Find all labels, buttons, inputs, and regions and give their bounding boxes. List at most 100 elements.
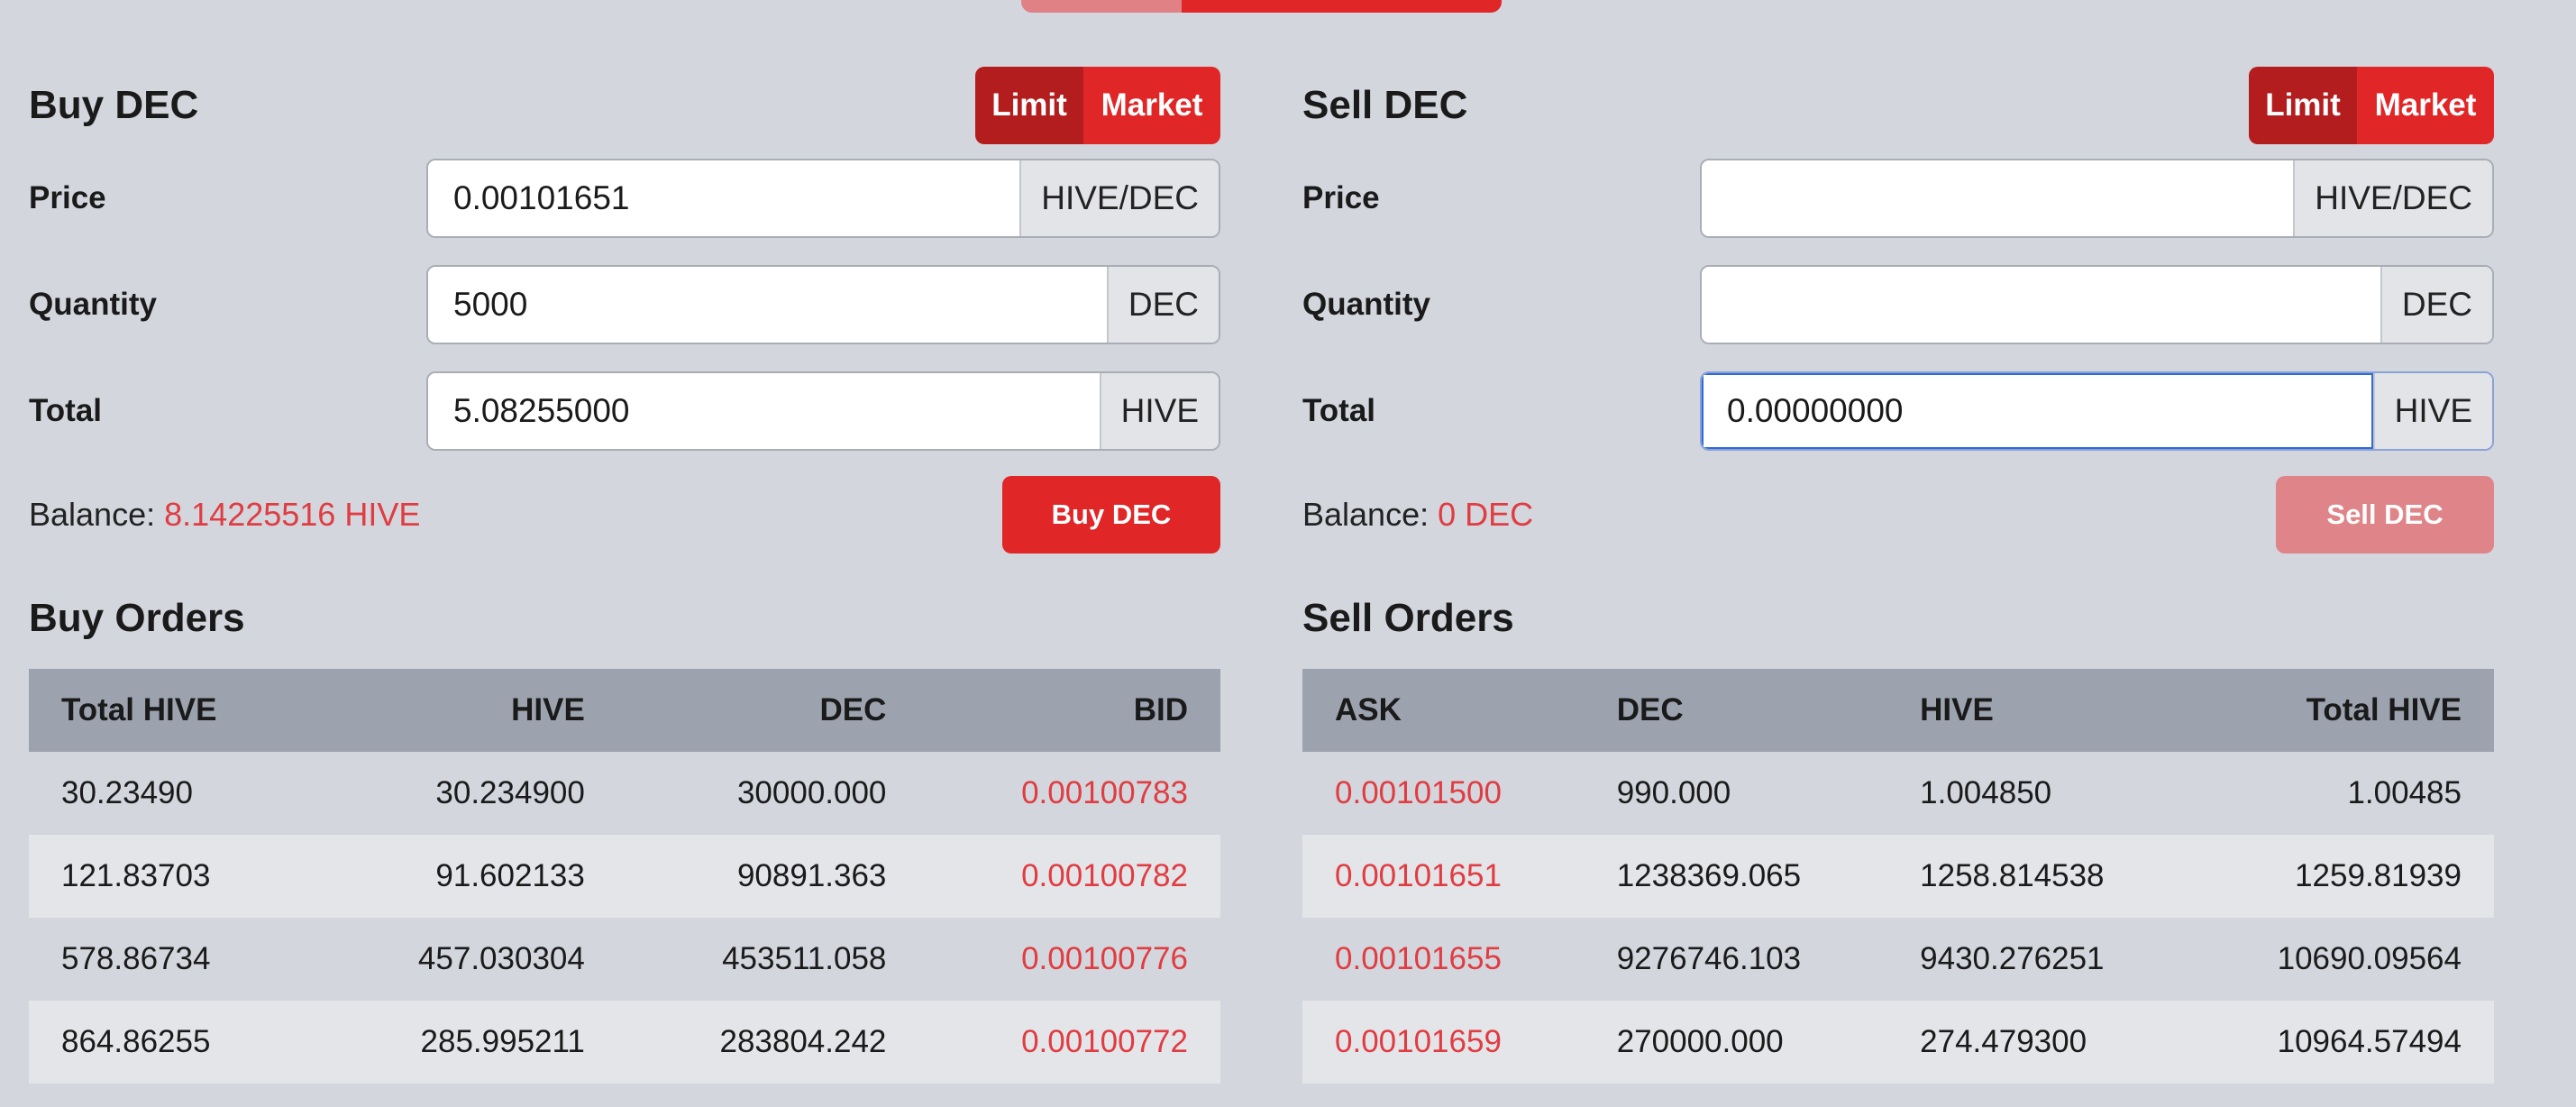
table-row[interactable]: 0.00101500 990.000 1.004850 1.00485: [1302, 752, 2494, 835]
buy-market-button[interactable]: Market: [1083, 67, 1220, 144]
table-row[interactable]: 578.86734 457.030304 453511.058 0.001007…: [29, 918, 1220, 1001]
buy-orders-header-bid[interactable]: BID: [918, 669, 1220, 752]
sell-order-total-hive: 1.00485: [2347, 775, 2462, 810]
sell-balance-value: 0 DEC: [1438, 496, 1534, 533]
buy-order-bid: 0.00100776: [1021, 941, 1188, 976]
top-tab-active[interactable]: [1182, 0, 1502, 13]
sell-order-dec: 990.000: [1616, 775, 1731, 810]
buy-order-bid: 0.00100782: [918, 835, 1220, 918]
sell-total-row: Total HIVE: [1302, 371, 2494, 451]
buy-panel: Buy DEC Limit Market Price HIVE/DEC Quan…: [29, 67, 1220, 1084]
table-row[interactable]: 864.86255 285.995211 283804.242 0.001007…: [29, 1001, 1220, 1084]
buy-order-hive: 457.030304: [417, 941, 585, 976]
sell-orders-title: Sell Orders: [1302, 596, 1514, 640]
buy-limit-button[interactable]: Limit: [975, 67, 1083, 144]
buy-order-hive: 30.234900: [435, 775, 585, 810]
sell-order-dec: 9276746.103: [1616, 941, 1802, 976]
buy-total-label: Total: [29, 393, 103, 428]
buy-order-dec: 453511.058: [722, 941, 887, 976]
buy-order-total-hive: 30.23490: [61, 775, 193, 810]
buy-total-input[interactable]: [428, 373, 1100, 449]
sell-order-dec: 1238369.065: [1584, 835, 1888, 918]
sell-price-row: Price HIVE/DEC: [1302, 159, 2494, 238]
sell-order-total-hive: 1259.81939: [2190, 835, 2494, 918]
buy-balance-value: 8.14225516 HIVE: [164, 496, 421, 533]
buy-total-group: HIVE: [426, 371, 1220, 451]
sell-order-ask: 0.00101655: [1335, 941, 1502, 976]
sell-order-ask: 0.00101659: [1302, 1001, 1585, 1084]
sell-limit-button[interactable]: Limit: [2249, 67, 2357, 144]
buy-balance-row: Balance: 8.14225516 HIVE Buy DEC: [29, 476, 1220, 554]
sell-quantity-unit: DEC: [2380, 267, 2492, 343]
table-row[interactable]: 0.00101659 270000.000 274.479300 10964.5…: [1302, 1001, 2494, 1084]
sell-price-input[interactable]: [1702, 160, 2294, 236]
buy-order-dec: 30000.000: [736, 775, 887, 810]
buy-mode-toggle: Limit Market: [975, 67, 1220, 144]
buy-price-group: HIVE/DEC: [426, 159, 1220, 238]
sell-balance: Balance: 0 DEC: [1302, 496, 1533, 534]
table-row[interactable]: 0.00101651 1238369.065 1258.814538 1259.…: [1302, 835, 2494, 918]
buy-orders-header-hive[interactable]: HIVE: [315, 669, 617, 752]
buy-quantity-group: DEC: [426, 265, 1220, 344]
sell-order-ask: 0.00101651: [1302, 835, 1585, 918]
sell-orders-header-ask[interactable]: ASK: [1302, 669, 1585, 752]
buy-orders-header-total-hive[interactable]: Total HIVE: [29, 669, 316, 752]
buy-total-unit: HIVE: [1099, 373, 1219, 449]
sell-price-unit: HIVE/DEC: [2293, 160, 2492, 236]
buy-balance: Balance: 8.14225516 HIVE: [29, 496, 420, 534]
sell-market-button[interactable]: Market: [2357, 67, 2494, 144]
table-row[interactable]: 30.23490 30.234900 30000.000 0.00100783: [29, 752, 1220, 835]
sell-total-input[interactable]: [1702, 373, 2373, 449]
sell-panel-header: Sell DEC Limit Market: [1302, 67, 2494, 144]
sell-quantity-group: DEC: [1700, 265, 2494, 344]
buy-quantity-input[interactable]: [428, 267, 1107, 343]
table-row[interactable]: 121.83703 91.602133 90891.363 0.00100782: [29, 835, 1220, 918]
buy-orders-title: Buy Orders: [29, 596, 245, 640]
buy-order-bid: 0.00100783: [1021, 775, 1188, 810]
sell-total-label: Total: [1302, 393, 1376, 428]
buy-order-hive: 91.602133: [315, 835, 617, 918]
sell-quantity-input[interactable]: [1702, 267, 2380, 343]
buy-price-label: Price: [29, 180, 106, 215]
buy-order-bid: 0.00100772: [918, 1001, 1220, 1084]
buy-panel-title: Buy DEC: [29, 83, 199, 127]
table-row[interactable]: 0.00101655 9276746.103 9430.276251 10690…: [1302, 918, 2494, 1001]
sell-quantity-row: Quantity DEC: [1302, 265, 2494, 344]
buy-order-total-hive: 121.83703: [29, 835, 316, 918]
sell-order-hive: 274.479300: [1887, 1001, 2191, 1084]
sell-order-hive: 9430.276251: [1920, 941, 2105, 976]
sell-total-group: HIVE: [1700, 371, 2494, 451]
sell-order-hive: 1.004850: [1920, 775, 2052, 810]
sell-balance-row: Balance: 0 DEC Sell DEC: [1302, 476, 2494, 554]
sell-order-hive: 1258.814538: [1887, 835, 2191, 918]
sell-order-dec: 270000.000: [1584, 1001, 1888, 1084]
buy-order-hive: 285.995211: [315, 1001, 617, 1084]
sell-panel-title: Sell DEC: [1302, 83, 1468, 127]
sell-quantity-label: Quantity: [1302, 287, 1430, 322]
sell-total-unit: HIVE: [2372, 373, 2492, 449]
buy-orders-header-row: Total HIVE HIVE DEC BID: [29, 669, 1220, 752]
buy-quantity-unit: DEC: [1106, 267, 1219, 343]
sell-balance-label: Balance:: [1302, 496, 1430, 533]
top-tab-inactive[interactable]: [1021, 0, 1182, 13]
buy-price-unit: HIVE/DEC: [1019, 160, 1219, 236]
buy-quantity-row: Quantity DEC: [29, 265, 1220, 344]
buy-order-total-hive: 864.86255: [29, 1001, 316, 1084]
sell-orders-header-hive[interactable]: HIVE: [1887, 669, 2191, 752]
buy-price-input[interactable]: [428, 160, 1020, 236]
buy-order-total-hive: 578.86734: [61, 941, 211, 976]
sell-orders-header-dec[interactable]: DEC: [1584, 669, 1888, 752]
sell-mode-toggle: Limit Market: [2249, 67, 2494, 144]
buy-quantity-label: Quantity: [29, 287, 157, 322]
sell-price-group: HIVE/DEC: [1700, 159, 2494, 238]
top-tab-strip[interactable]: [1021, 0, 1502, 13]
sell-orders-header-total-hive[interactable]: Total HIVE: [2190, 669, 2494, 752]
buy-orders-header-dec[interactable]: DEC: [617, 669, 919, 752]
sell-order-total-hive: 10964.57494: [2190, 1001, 2494, 1084]
buy-price-row: Price HIVE/DEC: [29, 159, 1220, 238]
sell-panel: Sell DEC Limit Market Price HIVE/DEC Qua…: [1302, 67, 2494, 1084]
buy-dec-button[interactable]: Buy DEC: [1002, 476, 1220, 554]
sell-orders-header-row: ASK DEC HIVE Total HIVE: [1302, 669, 2494, 752]
sell-dec-button[interactable]: Sell DEC: [2276, 476, 2494, 554]
buy-panel-header: Buy DEC Limit Market: [29, 67, 1220, 144]
